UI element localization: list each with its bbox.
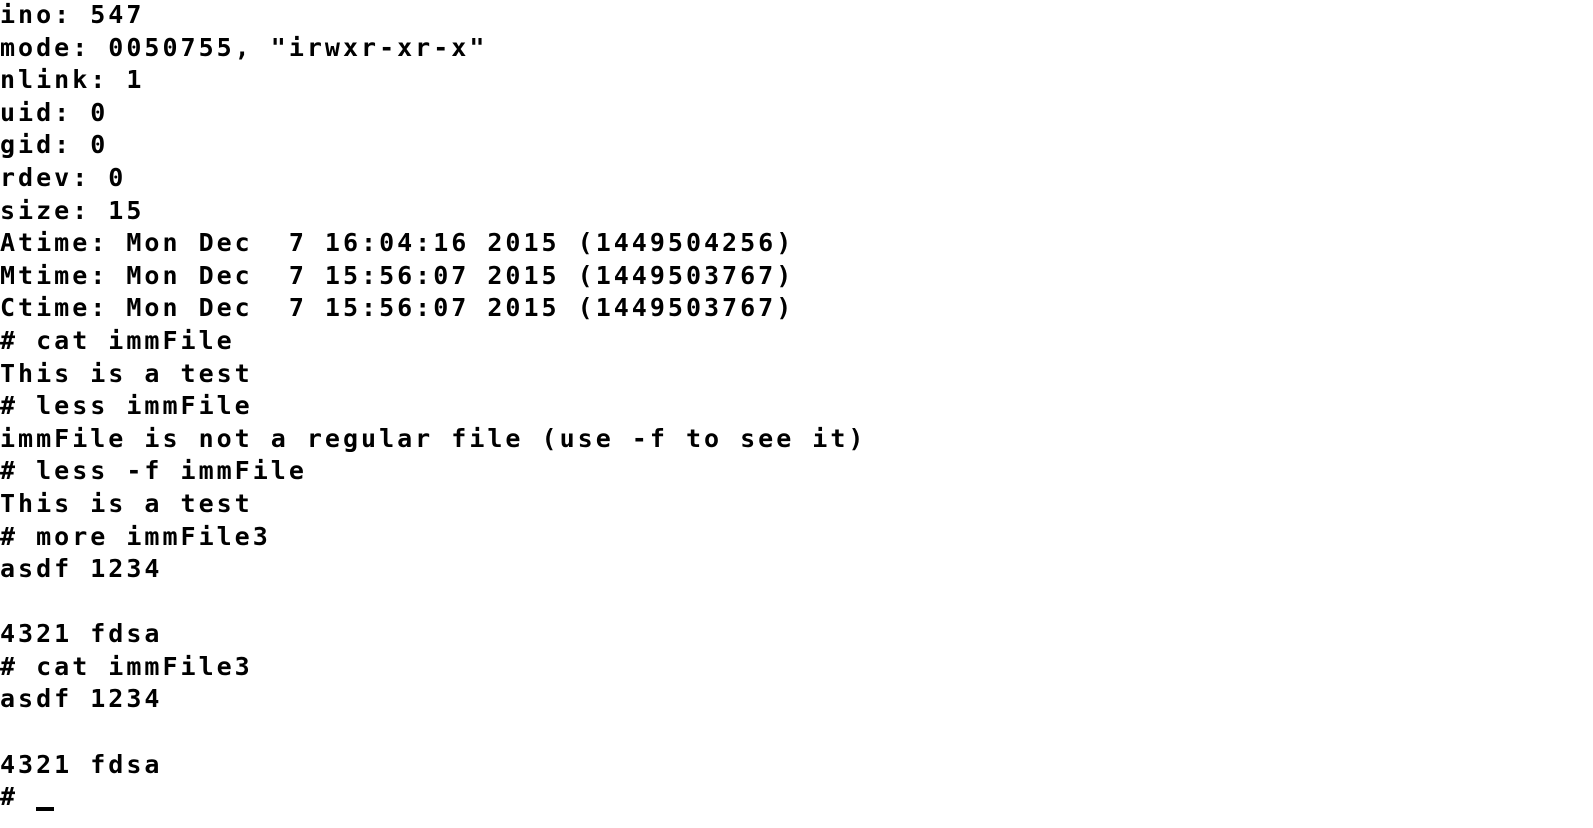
- terminal-line: mode: 0050755, "irwxr-xr-x": [0, 32, 488, 62]
- terminal-line: # cat immFile3: [0, 651, 253, 681]
- terminal-line: # less immFile: [0, 391, 253, 421]
- terminal-line: # cat immFile: [0, 325, 235, 355]
- terminal-line: 4321 fdsa: [0, 749, 163, 779]
- terminal-line: nlink: 1: [0, 65, 145, 95]
- terminal-line: # more immFile3: [0, 521, 271, 551]
- terminal-line: Ctime: Mon Dec 7 15:56:07 2015 (14495037…: [0, 293, 795, 323]
- terminal-line: 4321 fdsa: [0, 619, 163, 649]
- shell-prompt: #: [0, 782, 37, 812]
- terminal-line: uid: 0: [0, 97, 109, 127]
- terminal-line: This is a test: [0, 488, 253, 518]
- terminal-line: rdev: 0: [0, 162, 127, 192]
- prompt-line[interactable]: #: [0, 781, 1593, 814]
- terminal-line: gid: 0: [0, 130, 109, 160]
- terminal-line: asdf 1234: [0, 684, 163, 714]
- terminal-line: immFile is not a regular file (use -f to…: [0, 423, 867, 453]
- text-cursor: [36, 807, 55, 812]
- terminal-line: asdf 1234: [0, 554, 163, 584]
- terminal-screen[interactable]: ino: 547 mode: 0050755, "irwxr-xr-x" nli…: [0, 0, 1593, 828]
- terminal-line: ino: 547: [0, 0, 145, 29]
- terminal-line: This is a test: [0, 358, 253, 388]
- terminal-line: Mtime: Mon Dec 7 15:56:07 2015 (14495037…: [0, 260, 795, 290]
- terminal-line: # less -f immFile: [0, 456, 307, 486]
- terminal-line: Atime: Mon Dec 7 16:04:16 2015 (14495042…: [0, 228, 795, 258]
- terminal-line: size: 15: [0, 195, 145, 225]
